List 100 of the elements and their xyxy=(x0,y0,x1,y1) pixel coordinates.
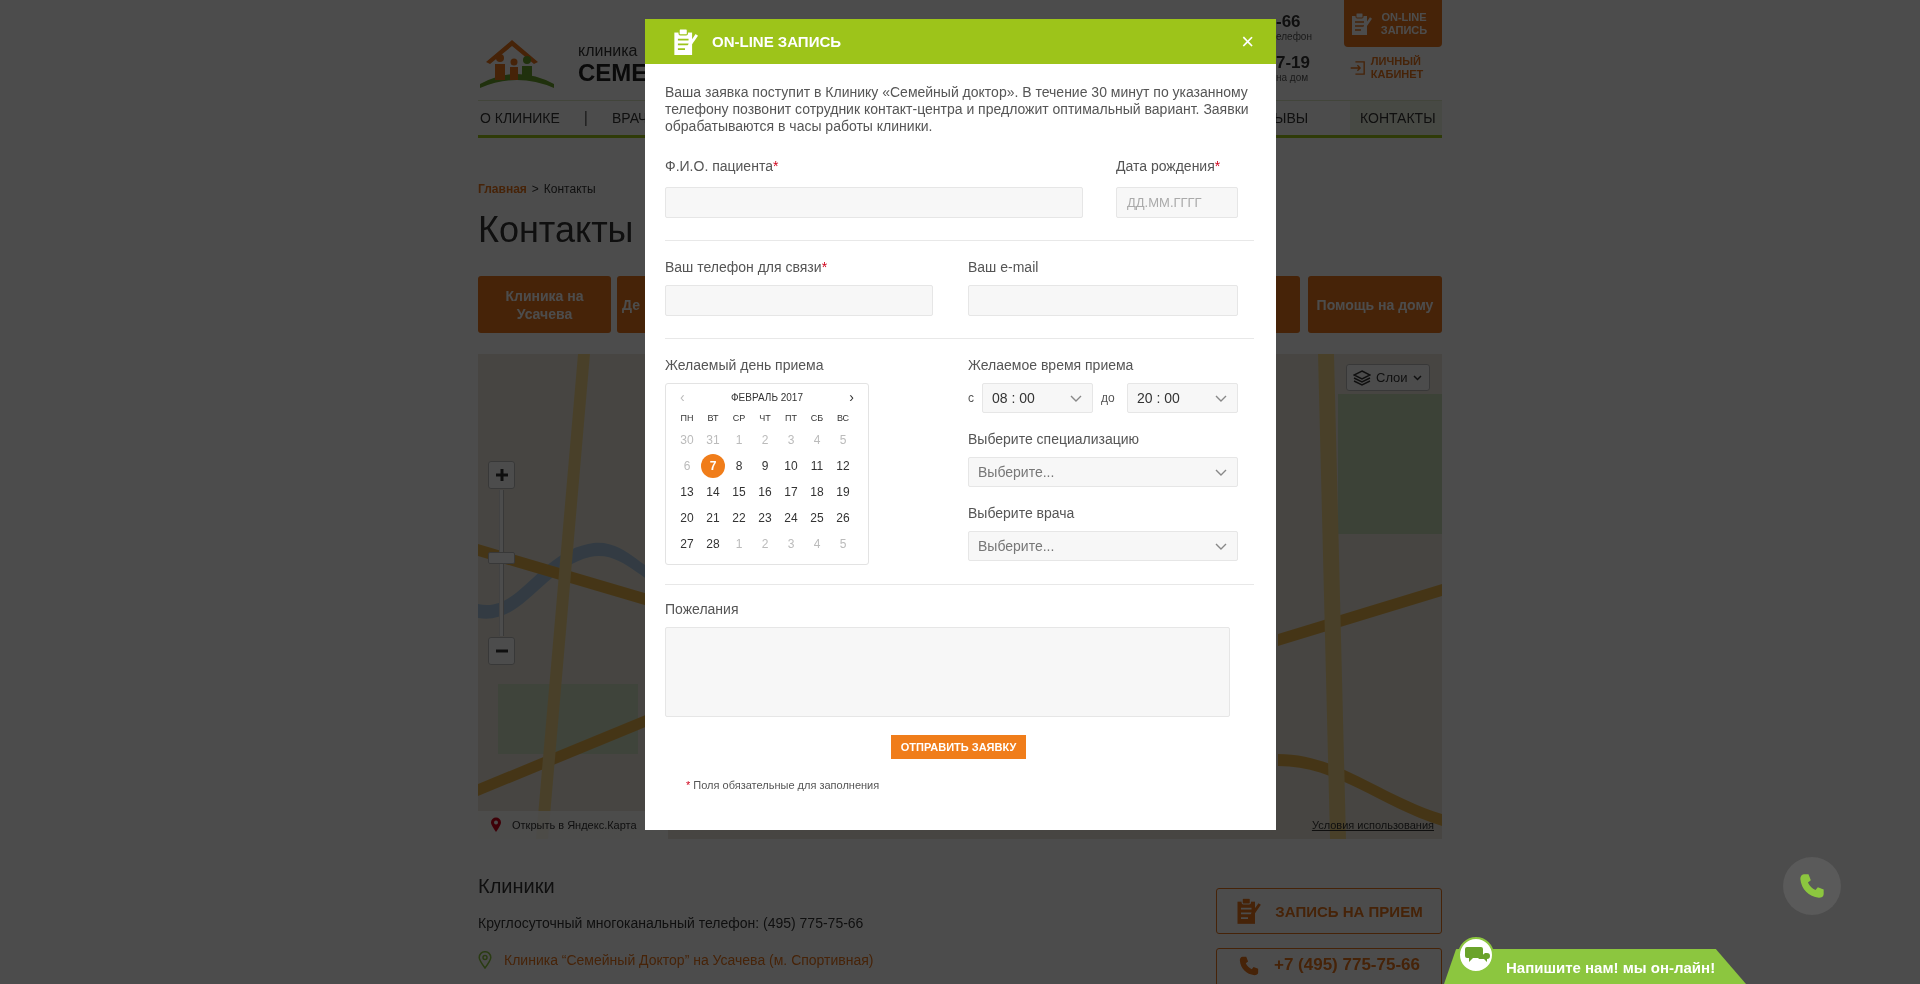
calendar-day[interactable]: 13 xyxy=(675,480,699,504)
email-field[interactable] xyxy=(968,285,1238,316)
field-label: Ф.И.О. пациента* xyxy=(665,158,780,175)
calendar-day[interactable]: 28 xyxy=(701,532,725,556)
field-label: Выберите специализацию xyxy=(968,431,1141,448)
calendar-day[interactable]: 18 xyxy=(805,480,829,504)
calendar-day[interactable]: 3 xyxy=(779,532,803,556)
calendar-day[interactable]: 30 xyxy=(675,428,699,452)
calendar-day[interactable]: 10 xyxy=(779,454,803,478)
clipboard-icon xyxy=(1350,11,1372,36)
chat-widget[interactable]: Напишите нам! мы он-лайн! xyxy=(1444,937,1746,984)
submit-button[interactable]: ОТПРАВИТЬ ЗАЯВКУ xyxy=(890,735,1027,759)
next-month-button[interactable]: › xyxy=(849,390,854,404)
calendar-day[interactable]: 4 xyxy=(805,532,829,556)
birth-date-field[interactable]: ДД.ММ.ГГГГ xyxy=(1116,187,1238,218)
calendar-day[interactable]: 5 xyxy=(831,428,855,452)
clinic-tab[interactable]: Де xyxy=(617,276,645,333)
calendar-day[interactable]: 27 xyxy=(675,532,699,556)
field-label: Выберите врача xyxy=(968,505,1076,522)
nav-link[interactable]: КОНТАКТЫ xyxy=(1350,101,1442,135)
open-map-link[interactable]: Открыть в Яндекс.Карта xyxy=(512,819,637,831)
clinic-address-link[interactable]: Клиника “Семейный Доктор” на Усачева (м. Спортивная) xyxy=(504,952,874,968)
location-pin-icon xyxy=(478,951,492,969)
cabinet-link[interactable]: ЛИЧНЫЙ КАБИНЕТ xyxy=(1350,55,1442,81)
phone-number: 7-19 xyxy=(1276,54,1312,72)
time-select[interactable]: 08 : 00 xyxy=(982,383,1093,413)
page-title: Контакты xyxy=(478,208,635,252)
calendar-day[interactable]: 26 xyxy=(831,506,855,530)
calendar-day[interactable]: 23 xyxy=(753,506,777,530)
field-label: Пожелания xyxy=(665,601,740,618)
name-field[interactable] xyxy=(665,187,1083,218)
zoom-handle[interactable] xyxy=(488,551,515,564)
calendar-day[interactable]: 12 xyxy=(831,454,855,478)
calendar-day[interactable]: 21 xyxy=(701,506,725,530)
phone-field[interactable] xyxy=(665,285,933,316)
login-icon xyxy=(1350,58,1365,78)
close-button[interactable]: × xyxy=(1237,30,1258,53)
calendar-day[interactable]: 3 xyxy=(779,428,803,452)
clinic-tab[interactable]: Клиника на Усачева xyxy=(478,276,611,333)
section-title: Клиники xyxy=(478,874,556,898)
time-prefix: до xyxy=(1101,391,1116,405)
zoom-out-button[interactable] xyxy=(488,637,515,665)
calendar-day[interactable]: 31 xyxy=(701,428,725,452)
intro-text: Ваша заявка поступит в Клинику «Семейный доктор». В течение 30 минут по указанному телефону позвонит сотрудник контакт-центра и предложит оптимальный вариант. Заявки обрабатываются в часы работы клиники. xyxy=(665,84,1250,135)
weekday-label: ПН xyxy=(679,412,695,425)
breadcrumb-link[interactable]: Главная xyxy=(478,182,527,196)
nav-separator: | xyxy=(583,109,588,127)
layers-button[interactable]: Слои xyxy=(1346,364,1430,391)
field-label: Желаемый день приема xyxy=(665,357,825,374)
online-booking-button[interactable]: ON-LINE ЗАПИСЬ xyxy=(1344,0,1442,47)
calendar-day[interactable]: 19 xyxy=(831,480,855,504)
logo-text: клиника xyxy=(578,42,639,60)
calendar-day[interactable]: 17 xyxy=(779,480,803,504)
logo-text: СЕМЕ xyxy=(578,60,648,86)
calendar-day[interactable]: 5 xyxy=(831,532,855,556)
calendar-day[interactable]: 8 xyxy=(727,454,751,478)
calendar-day[interactable]: 20 xyxy=(675,506,699,530)
chevron-down-icon xyxy=(1215,394,1227,402)
calendar-day[interactable]: 1 xyxy=(727,428,751,452)
phone-button[interactable]: +7 (495) 775-75-66 xyxy=(1216,948,1442,984)
calendar-day[interactable]: 14 xyxy=(701,480,725,504)
calendar-day[interactable]: 9 xyxy=(753,454,777,478)
zoom-in-button[interactable] xyxy=(488,461,515,489)
time-select[interactable]: 20 : 00 xyxy=(1127,383,1238,413)
calendar-day[interactable]: 1 xyxy=(727,532,751,556)
dialog-title: ON-LINE ЗАПИСЬ xyxy=(712,33,843,50)
wishes-field[interactable] xyxy=(665,627,1230,717)
calendar-day[interactable]: 15 xyxy=(727,480,751,504)
clinic-tab[interactable]: Помощь на дому xyxy=(1308,276,1442,333)
chevron-down-icon xyxy=(1070,394,1082,402)
breadcrumb-current: Контакты xyxy=(543,182,596,196)
breadcrumb-separator: > xyxy=(531,182,539,196)
calendar-day[interactable]: 16 xyxy=(753,480,777,504)
layers-icon xyxy=(1353,369,1371,386)
phone-number: -66 xyxy=(1276,13,1302,31)
calendar-day[interactable]: 2 xyxy=(753,532,777,556)
chevron-down-icon xyxy=(1215,542,1227,550)
nav-link[interactable]: О КЛИНИКЕ xyxy=(480,110,560,126)
calendar-month: ФЕВРАЛЬ 2017 xyxy=(731,391,803,403)
calendar-day[interactable]: 22 xyxy=(727,506,751,530)
doctor-select[interactable]: Выберите... xyxy=(968,531,1238,561)
weekday-label: ПТ xyxy=(784,412,798,425)
specialization-select[interactable]: Выберите... xyxy=(968,457,1238,487)
previous-month-button[interactable]: ‹ xyxy=(680,390,685,404)
weekday-label: СР xyxy=(731,412,747,425)
chat-label: Напишите нам! мы он-лайн! xyxy=(1506,959,1716,976)
phone-text: Круглосуточный многоканальный телефон: (495) 775-75-66 xyxy=(478,915,865,931)
appointment-button[interactable]: ЗАПИСЬ НА ПРИЕМ xyxy=(1216,888,1442,934)
clinic-tab[interactable] xyxy=(1276,276,1300,333)
calendar-day[interactable]: 7 xyxy=(701,454,725,478)
phone-icon xyxy=(1798,872,1826,900)
calendar-day[interactable]: 25 xyxy=(805,506,829,530)
calendar-day[interactable]: 6 xyxy=(675,454,699,478)
plus-icon xyxy=(494,468,509,482)
calendar-day[interactable]: 11 xyxy=(805,454,829,478)
calendar-day[interactable]: 4 xyxy=(805,428,829,452)
clipboard-icon xyxy=(1235,897,1262,925)
calendar-day[interactable]: 2 xyxy=(753,428,777,452)
field-label: Желаемое время приема xyxy=(968,357,1135,374)
calendar-day[interactable]: 24 xyxy=(779,506,803,530)
